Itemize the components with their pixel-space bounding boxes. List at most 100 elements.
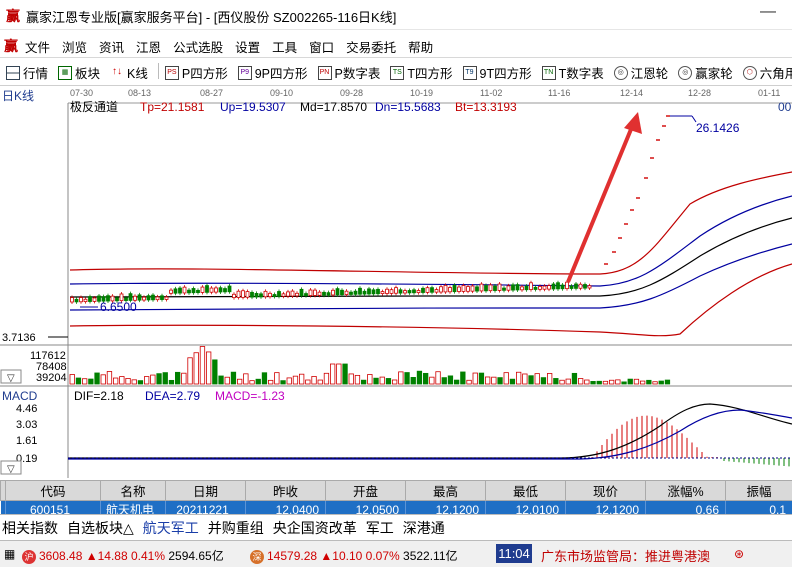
candle-body bbox=[484, 285, 488, 292]
candle-body bbox=[371, 289, 376, 295]
channel-bottom-line bbox=[69, 263, 792, 337]
date-label: 11-02 bbox=[480, 88, 502, 98]
header-prev-close[interactable]: 昨收 bbox=[245, 480, 326, 501]
sz-index-change: ▲10.10 0.07% bbox=[320, 549, 400, 563]
volume-bar bbox=[460, 371, 466, 385]
toolbar-label: 赢家轮 bbox=[695, 67, 733, 81]
header-change-pct[interactable]: 涨幅% bbox=[645, 480, 726, 501]
candle-body bbox=[511, 284, 515, 291]
menu-file[interactable]: 文件 bbox=[25, 37, 50, 56]
candle-body bbox=[425, 287, 430, 293]
toolbar-t-number-button[interactable]: TN T数字表 bbox=[541, 63, 604, 82]
volume-bar bbox=[478, 372, 485, 385]
menu-gann[interactable]: 江恩 bbox=[136, 37, 161, 56]
candle-body bbox=[344, 290, 349, 295]
volume-bar bbox=[292, 375, 299, 385]
toolbar-sectors-button[interactable]: ▦ 板块 bbox=[58, 63, 100, 82]
tab-custom-sectors[interactable]: 自选板块△ bbox=[65, 515, 141, 538]
toolbar-winner-wheel-button[interactable]: ◎ 赢家轮 bbox=[678, 63, 733, 82]
status-grid-icon[interactable]: ▦ bbox=[4, 547, 15, 561]
sz-index-segment[interactable]: 深 14579.28 ▲10.10 0.07% 3522.11亿 bbox=[250, 547, 458, 564]
collapse-icon: ▽ bbox=[7, 373, 15, 384]
volume-bar bbox=[156, 373, 162, 385]
volume-bar bbox=[373, 377, 379, 385]
tab-sz-hk-connect[interactable]: 深港通 bbox=[401, 515, 452, 538]
tab-soe-reform[interactable]: 央企国资改革 bbox=[271, 515, 364, 538]
toolbar-gann-wheel-button[interactable]: ◎ 江恩轮 bbox=[613, 63, 668, 82]
volume-bar bbox=[150, 374, 156, 385]
header-high[interactable]: 最高 bbox=[405, 480, 486, 501]
header-price[interactable]: 现价 bbox=[565, 480, 646, 501]
candle-body bbox=[205, 285, 209, 293]
app-logo-icon: 赢 bbox=[6, 8, 20, 24]
header-low[interactable]: 最低 bbox=[485, 480, 566, 501]
tab-military[interactable]: 军工 bbox=[364, 515, 401, 538]
menu-logo-icon: 赢 bbox=[4, 38, 18, 54]
tab-related-index[interactable]: 相关指数 bbox=[0, 515, 65, 538]
toolbar-t-square-button[interactable]: TS T四方形 bbox=[390, 63, 453, 82]
volume-bar bbox=[162, 372, 168, 385]
candle-body bbox=[286, 291, 290, 297]
volume-bar bbox=[125, 378, 131, 385]
volume-axis-3: 39204 bbox=[36, 372, 67, 384]
menu-browse[interactable]: 浏览 bbox=[62, 37, 87, 56]
news-ticker[interactable]: 广东市场监管局：推进粤港澳 bbox=[541, 546, 710, 565]
volume-bar bbox=[646, 379, 652, 385]
header-name[interactable]: 名称 bbox=[100, 480, 166, 501]
candle-body bbox=[313, 289, 317, 296]
toolbar-kline-button[interactable]: ↑↓ K线 bbox=[110, 63, 148, 82]
candle-body bbox=[245, 291, 250, 298]
toolbar-quotes-button[interactable]: 行情 bbox=[6, 63, 48, 82]
high-price-label: 26.1426 bbox=[696, 121, 740, 135]
volume-bar bbox=[236, 378, 243, 385]
menu-settings[interactable]: 设置 bbox=[235, 37, 260, 56]
toolbar-hexagon-button[interactable]: ⬡ 六角用 bbox=[742, 63, 792, 82]
volume-bar bbox=[88, 378, 94, 385]
candle-body bbox=[290, 290, 295, 297]
candle-body bbox=[92, 297, 97, 302]
tab-mergers[interactable]: 并购重组 bbox=[206, 515, 271, 538]
volume-bar bbox=[609, 379, 615, 385]
menu-tools[interactable]: 工具 bbox=[272, 37, 297, 56]
candle-body bbox=[196, 289, 200, 293]
date-label: 08-13 bbox=[128, 88, 151, 98]
header-code[interactable]: 代码 bbox=[5, 480, 101, 501]
volume-bar bbox=[596, 380, 602, 385]
menu-formula-screen[interactable]: 公式选股 bbox=[173, 37, 223, 56]
menu-help[interactable]: 帮助 bbox=[408, 37, 433, 56]
tab-aerospace-military[interactable]: 航天军工 bbox=[141, 515, 206, 538]
toolbar-9t-square-button[interactable]: T9 9T四方形 bbox=[462, 63, 532, 82]
kline-chart[interactable]: 日K线 07-30 08-13 08-27 09-10 09-28 10-19 11-02 1… bbox=[0, 86, 792, 478]
candle-body bbox=[488, 284, 493, 292]
menu-window[interactable]: 窗口 bbox=[309, 37, 334, 56]
candle-body bbox=[524, 285, 529, 291]
header-open[interactable]: 开盘 bbox=[325, 480, 406, 501]
sh-badge-icon: 沪 bbox=[22, 550, 36, 564]
volume-bar bbox=[199, 346, 206, 385]
header-amplitude[interactable]: 振幅 bbox=[725, 480, 792, 501]
volume-bar bbox=[274, 372, 280, 385]
header-date[interactable]: 日期 bbox=[165, 480, 246, 501]
toolbar-p-number-button[interactable]: PN P数字表 bbox=[317, 63, 380, 82]
minimize-button[interactable]: — bbox=[760, 3, 776, 21]
menu-trade[interactable]: 交易委托 bbox=[346, 37, 396, 56]
candle-body bbox=[254, 292, 259, 298]
volume-bar bbox=[385, 378, 392, 385]
menu-news[interactable]: 资讯 bbox=[99, 37, 124, 56]
toolbar-p-square-button[interactable]: PS P四方形 bbox=[164, 63, 228, 82]
volume-bar bbox=[422, 372, 429, 385]
sh-index-segment[interactable]: 沪 3608.48 ▲14.88 0.41% 2594.65亿 bbox=[22, 547, 224, 564]
candle-body bbox=[164, 296, 169, 300]
candle-body bbox=[578, 283, 583, 289]
candle-body bbox=[574, 283, 578, 289]
candle-body bbox=[160, 295, 164, 300]
volume-bar bbox=[230, 371, 237, 385]
volume-bar bbox=[522, 373, 528, 385]
volume-bar bbox=[298, 373, 305, 385]
chart-area[interactable]: 日K线 07-30 08-13 08-27 09-10 09-28 10-19 11-02 1… bbox=[0, 86, 792, 478]
toolbar-label: P四方形 bbox=[181, 67, 228, 81]
toolbar-9p-square-button[interactable]: P9 9P四方形 bbox=[237, 63, 308, 82]
gann-wheel-icon: ◎ bbox=[613, 65, 628, 80]
volume-bar bbox=[621, 381, 627, 385]
volume-bar bbox=[280, 380, 286, 385]
